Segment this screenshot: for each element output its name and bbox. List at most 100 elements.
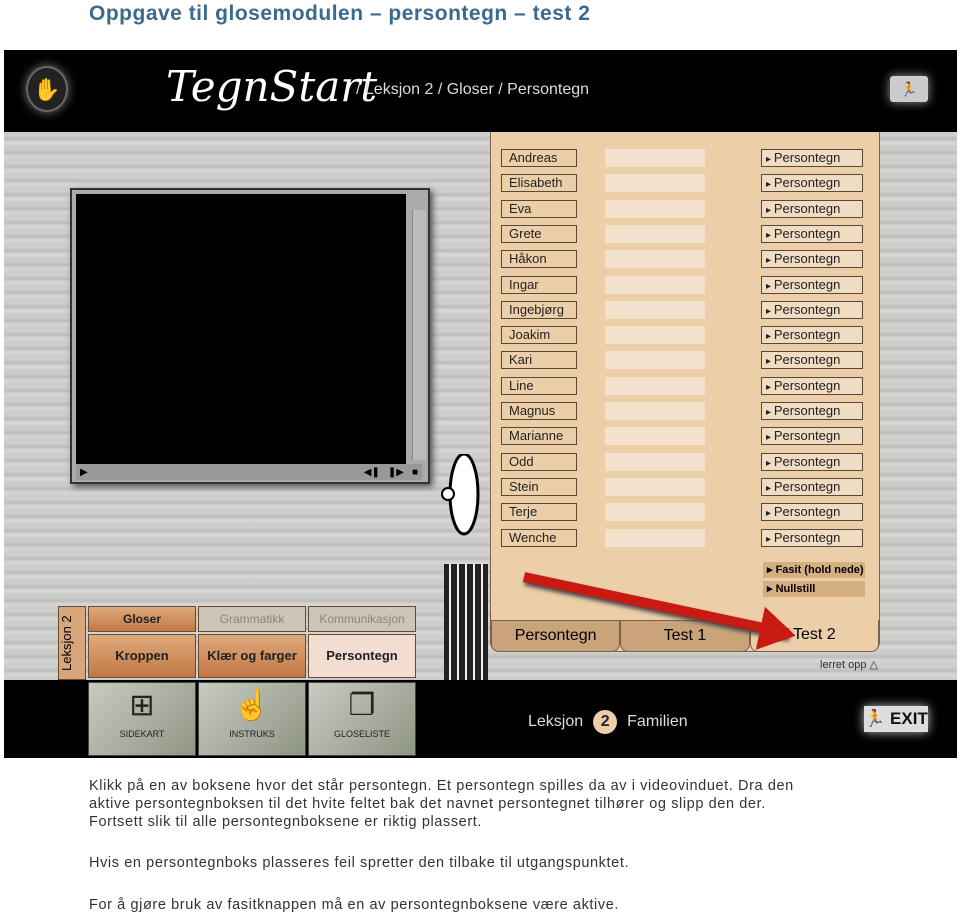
persontegn-sign-button[interactable]: Persontegn <box>761 528 863 547</box>
persontegn-sign-button[interactable]: Persontegn <box>761 224 863 243</box>
name-label: Wenche <box>501 528 577 547</box>
drop-field[interactable] <box>605 250 705 269</box>
name-label: Stein <box>501 477 577 496</box>
persontegn-sign-button[interactable]: Persontegn <box>761 427 863 446</box>
drop-field[interactable] <box>605 402 705 420</box>
video-controls: ▶ ◀❚ ❚▶ ■ <box>76 464 422 480</box>
breadcrumb: / Leksjon 2 / Gloser / Persontegn <box>356 81 590 98</box>
tab-persontegn[interactable]: Persontegn <box>491 620 621 652</box>
step-forward-icon[interactable]: ❚▶ <box>384 467 408 478</box>
name-label: Eva <box>501 199 577 218</box>
persontegn-sign-button[interactable]: Persontegn <box>761 199 863 218</box>
name-row: Kari Persontegn <box>501 351 863 370</box>
drop-field[interactable] <box>605 477 705 496</box>
fasit-button[interactable]: ▸ Fasit (hold nede) <box>763 562 865 578</box>
name-label: Elisabeth <box>501 174 577 193</box>
drop-field[interactable] <box>605 224 705 243</box>
instruction-line: Hvis en persontegnboks plasseres feil sp… <box>89 855 630 871</box>
running-man-icon[interactable]: 🏃 <box>890 76 928 102</box>
lesson-indicator: Leksjon 2 Familien <box>528 710 688 734</box>
instruction-line: aktive persontegnboksen til det hvite fe… <box>89 796 766 812</box>
menu-kroppen[interactable]: Kroppen <box>88 634 196 678</box>
name-row: Eva Persontegn <box>501 199 863 218</box>
name-row: Ingar Persontegn <box>501 275 863 294</box>
menu-klaer-og-farger[interactable]: Klær og farger <box>198 634 306 678</box>
menu-grammatikk[interactable]: Grammatikk <box>198 606 306 632</box>
drop-field[interactable] <box>605 300 705 319</box>
name-row: Elisabeth Persontegn <box>501 174 863 193</box>
name-label: Ingebjørg <box>501 300 577 319</box>
hand-logo-icon[interactable]: ✋ <box>26 66 68 112</box>
menu-kommunikasjon[interactable]: Kommunikasjon <box>308 606 416 632</box>
pages-icon: ❐ <box>348 689 376 722</box>
name-row: Grete Persontegn <box>501 224 863 243</box>
name-row: Wenche Persontegn <box>501 528 863 547</box>
gloseliste-button[interactable]: ❐ GLOSELISTE <box>308 682 416 756</box>
name-label: Odd <box>501 452 577 471</box>
instruction-line: For å gjøre bruk av fasitknappen må en a… <box>89 897 620 913</box>
pointing-hand-icon: ☝ <box>233 689 271 722</box>
persontegn-sign-button[interactable]: Persontegn <box>761 326 863 345</box>
drop-field[interactable] <box>605 503 705 522</box>
persontegn-sign-button[interactable]: Persontegn <box>761 452 863 471</box>
persontegn-sign-button[interactable]: Persontegn <box>761 402 863 420</box>
sidekart-button[interactable]: ⊞ SIDEKART <box>88 682 196 756</box>
name-row: Terje Persontegn <box>501 503 863 522</box>
drop-field[interactable] <box>605 351 705 370</box>
name-label: Marianne <box>501 427 577 446</box>
page-title: Oppgave til glosemodulen – persontegn – … <box>89 2 591 25</box>
persontegn-sign-button[interactable]: Persontegn <box>761 250 863 269</box>
step-back-icon[interactable]: ◀❚ <box>360 467 384 478</box>
name-row: Stein Persontegn <box>501 477 863 496</box>
character-illustration <box>441 454 488 680</box>
menu-persontegn[interactable]: Persontegn <box>308 634 416 678</box>
leksjon-label: Leksjon 2 <box>58 606 86 680</box>
persontegn-sign-button[interactable]: Persontegn <box>761 149 863 167</box>
name-row: Magnus Persontegn <box>501 402 863 420</box>
name-panel: ▸ Fasit (hold nede) ▸ Nullstill Personte… <box>490 132 880 652</box>
play-icon[interactable]: ▶ <box>76 467 92 478</box>
drop-field[interactable] <box>605 149 705 167</box>
persontegn-sign-button[interactable]: Persontegn <box>761 300 863 319</box>
drop-field[interactable] <box>605 427 705 446</box>
name-label: Terje <box>501 503 577 522</box>
name-row: Odd Persontegn <box>501 452 863 471</box>
name-label: Line <box>501 376 577 395</box>
tegnstart-app: ✋ TegnStart / Leksjon 2 / Gloser / Perso… <box>4 50 957 758</box>
name-row: Håkon Persontegn <box>501 250 863 269</box>
name-label: Joakim <box>501 326 577 345</box>
drop-field[interactable] <box>605 326 705 345</box>
name-label: Magnus <box>501 402 577 420</box>
lerret-opp-button[interactable]: lerret opp △ <box>820 658 878 671</box>
drop-field[interactable] <box>605 376 705 395</box>
drop-field[interactable] <box>605 528 705 547</box>
persontegn-sign-button[interactable]: Persontegn <box>761 174 863 193</box>
name-row: Joakim Persontegn <box>501 326 863 345</box>
persontegn-sign-button[interactable]: Persontegn <box>761 503 863 522</box>
name-row: Line Persontegn <box>501 376 863 395</box>
sitemap-icon: ⊞ <box>129 689 155 722</box>
menu-gloser[interactable]: Gloser <box>88 606 196 632</box>
persontegn-sign-button[interactable]: Persontegn <box>761 376 863 395</box>
footer-bar: ⊞ SIDEKART ☝ INSTRUKS ❐ GLOSELISTE Leksjon … <box>4 680 957 758</box>
persontegn-sign-button[interactable]: Persontegn <box>761 477 863 496</box>
drop-field[interactable] <box>605 452 705 471</box>
exit-button[interactable]: 🏃 EXIT <box>864 706 928 732</box>
video-scrollbar[interactable] <box>412 210 426 460</box>
lesson-number: 2 <box>593 710 618 734</box>
name-label: Grete <box>501 224 577 243</box>
video-screen <box>76 194 406 464</box>
header: ✋ TegnStart / Leksjon 2 / Gloser / Perso… <box>4 50 957 132</box>
name-row: Ingebjørg Persontegn <box>501 300 863 319</box>
persontegn-sign-button[interactable]: Persontegn <box>761 275 863 294</box>
nullstill-button[interactable]: ▸ Nullstill <box>763 581 865 597</box>
instruks-button[interactable]: ☝ INSTRUKS <box>198 682 306 756</box>
name-label: Håkon <box>501 250 577 269</box>
instruction-line: Klikk på en av boksene hvor det står per… <box>89 778 794 794</box>
drop-field[interactable] <box>605 275 705 294</box>
drop-field[interactable] <box>605 199 705 218</box>
persontegn-sign-button[interactable]: Persontegn <box>761 351 863 370</box>
drop-field[interactable] <box>605 174 705 193</box>
tab-bar: Persontegn Test 1 Test 2 <box>491 620 879 652</box>
stop-icon[interactable]: ■ <box>408 467 422 478</box>
